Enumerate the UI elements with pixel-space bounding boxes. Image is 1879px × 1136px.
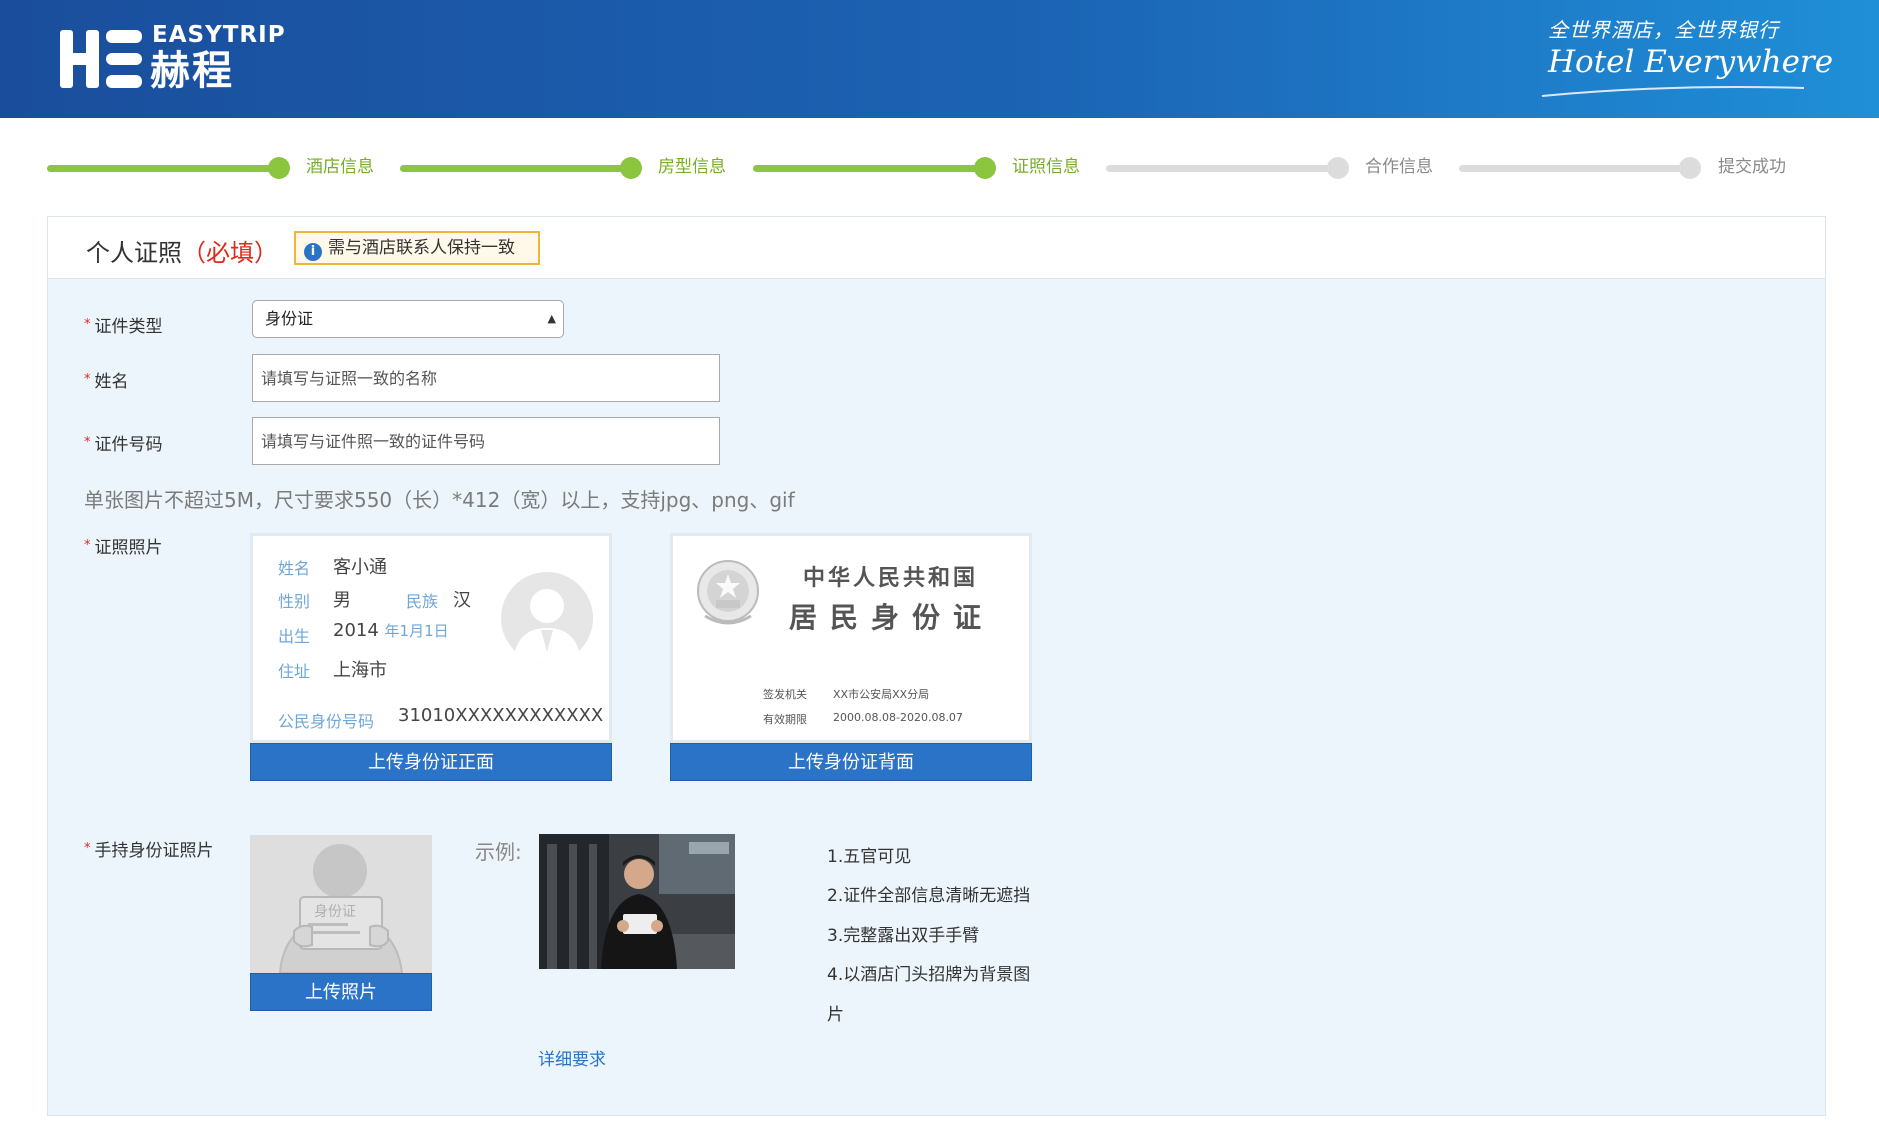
step-line-3 <box>753 165 985 172</box>
id-number-label: * 证件号码 <box>84 435 163 455</box>
requirement-4: 4.以酒店门头招牌为背景图 <box>827 965 1031 985</box>
step-label-4: 合作信息 <box>1365 157 1433 177</box>
upload-photo-button[interactable]: 上传照片 <box>250 973 432 1011</box>
id-type-select[interactable]: 身份证 ▲ <box>252 300 564 338</box>
step-dot-2 <box>620 157 642 179</box>
id-card-front-preview: 姓名 客小通 性别 男 民族 汉 出生 2014 年1月1日 住址 上海市 公民… <box>250 533 612 743</box>
requirement-4-cont: 片 <box>827 1005 844 1025</box>
hold-id-photo-label: * 手持身份证照片 <box>84 841 214 861</box>
requirement-1: 1.五官可见 <box>827 847 912 867</box>
card-valid-value: 2000.08.08-2020.08.07 <box>833 711 963 724</box>
card-sex-value: 男 <box>333 590 351 611</box>
step-label-1: 酒店信息 <box>306 157 374 177</box>
card-address-label: 住址 <box>278 662 311 681</box>
step-line-5 <box>1459 165 1691 172</box>
card-birth-value: 2014 年1月1日 <box>333 620 449 641</box>
card-name-value: 客小通 <box>333 557 387 578</box>
logo-mark-icon <box>60 30 142 88</box>
id-number-input[interactable] <box>252 417 720 465</box>
card-back-title-card: 居民身份证 <box>789 601 995 634</box>
card-idnum-value: 31010XXXXXXXXXXXX <box>398 705 604 726</box>
slogan-en: Hotel Everywhere <box>1548 44 1834 80</box>
slogan-cn: 全世界酒店，全世界银行 <box>1548 18 1779 42</box>
card-ethnic-label: 民族 <box>406 592 439 611</box>
panel-title: 个人证照（必填） <box>86 233 278 268</box>
step-dot-3 <box>974 157 996 179</box>
step-label-3: 证照信息 <box>1012 157 1080 177</box>
step-line-4 <box>1106 165 1338 172</box>
panel-title-text: 个人证照 <box>86 239 182 267</box>
card-issuer-value: XX市公安局XX分局 <box>833 688 930 701</box>
card-back-title-country: 中华人民共和国 <box>803 565 979 591</box>
card-birth-label: 出生 <box>278 627 311 646</box>
example-label: 示例: <box>475 840 522 864</box>
requirement-3: 3.完整露出双手手臂 <box>827 926 980 946</box>
card-sex-label: 性别 <box>278 592 311 611</box>
national-emblem-icon <box>697 560 759 625</box>
panel-header: 个人证照（必填） i 需与酒店联系人保持一致 <box>48 217 1825 279</box>
requirement-2: 2.证件全部信息清晰无遮挡 <box>827 886 1031 906</box>
example-photo <box>539 834 735 969</box>
card-ethnic-value: 汉 <box>453 590 471 611</box>
name-label: * 姓名 <box>84 372 129 392</box>
swoosh-icon <box>1541 86 1805 97</box>
logo-text-en: EASYTRIP <box>152 22 286 48</box>
avatar-silhouette-icon <box>501 572 593 664</box>
step-line-2 <box>400 165 632 172</box>
step-line-1 <box>47 165 279 172</box>
header-bar: EASYTRIP 赫程 全世界酒店，全世界银行 Hotel Everywhere <box>0 0 1879 118</box>
id-card-back-preview: 中华人民共和国 居民身份证 签发机关 XX市公安局XX分局 有效期限 2000.… <box>670 533 1032 743</box>
photo-label: * 证照照片 <box>84 538 163 558</box>
required-mark: （必填） <box>182 239 278 267</box>
card-issuer-label: 签发机关 <box>763 688 807 701</box>
logo-text-cn: 赫程 <box>150 48 234 94</box>
card-idnum-label: 公民身份号码 <box>278 712 375 731</box>
card-name-label: 姓名 <box>278 559 311 578</box>
step-label-2: 房型信息 <box>658 157 726 177</box>
step-dot-4 <box>1327 157 1349 179</box>
upload-hint: 单张图片不超过5M，尺寸要求550（长）*412（宽）以上，支持jpg、png、… <box>84 488 795 512</box>
notice-text: 需与酒店联系人保持一致 <box>328 238 515 258</box>
placeholder-card-text: 身份证 <box>314 904 356 920</box>
notice-badge: i 需与酒店联系人保持一致 <box>294 231 540 265</box>
select-arrows-icon: ▲ <box>547 312 556 325</box>
name-input[interactable] <box>252 354 720 402</box>
step-label-5: 提交成功 <box>1718 157 1786 177</box>
hold-id-placeholder: 身份证 <box>250 835 432 974</box>
upload-id-front-button[interactable]: 上传身份证正面 <box>250 743 612 781</box>
info-icon: i <box>304 243 322 261</box>
step-dot-1 <box>268 157 290 179</box>
card-address-value: 上海市 <box>333 660 387 681</box>
card-valid-label: 有效期限 <box>763 713 807 726</box>
step-dot-5 <box>1679 157 1701 179</box>
id-type-label: * 证件类型 <box>84 317 163 337</box>
detail-requirements-link[interactable]: 详细要求 <box>538 1045 606 1070</box>
upload-id-back-button[interactable]: 上传身份证背面 <box>670 743 1032 781</box>
